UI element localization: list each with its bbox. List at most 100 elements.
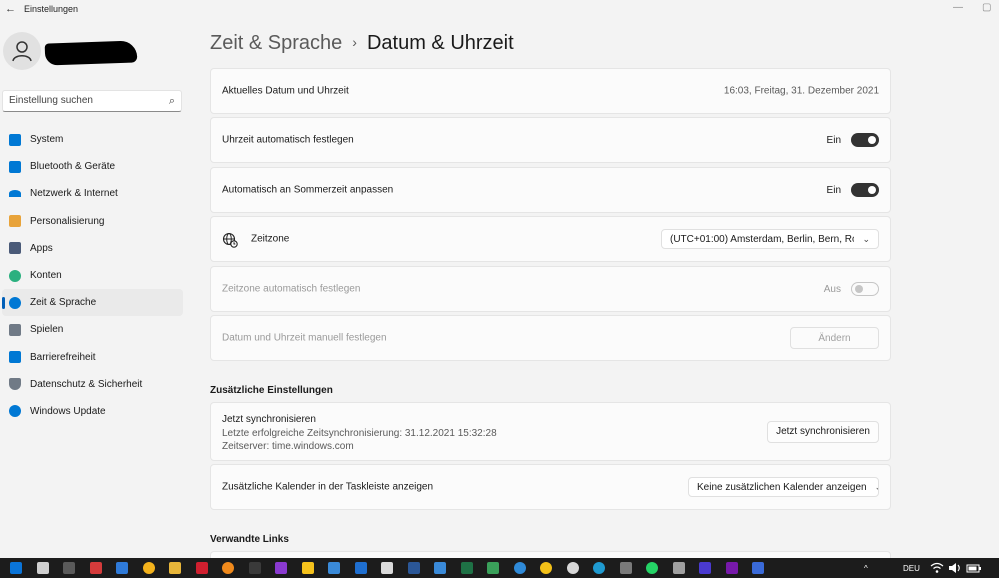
calendar-dropdown[interactable]: Keine zusätzlichen Kalender anzeigen ⌄	[688, 477, 879, 497]
app-photo-icon[interactable]	[513, 562, 526, 574]
sidebar-item-label: Konten	[30, 270, 62, 282]
dst-state: Ein	[826, 184, 841, 196]
wifi-icon	[9, 190, 21, 198]
sidebar-item-label: Datenschutz & Sicherheit	[30, 378, 143, 390]
title-bar: ← Einstellungen — ▢	[0, 0, 999, 20]
chrome-icon[interactable]	[540, 562, 552, 574]
app-word-icon[interactable]	[407, 562, 420, 574]
last-sync-text: Letzte erfolgreiche Zeitsynchronisierung…	[222, 428, 497, 439]
timezone-card: Zeitzone (UTC+01:00) Amsterdam, Berlin, …	[210, 216, 891, 262]
breadcrumb-chevron-icon: ›	[352, 34, 357, 50]
app-red-icon[interactable]	[89, 562, 102, 574]
sidebar-item-apps[interactable]: Apps	[2, 235, 183, 262]
task-view-icon[interactable]	[63, 562, 75, 574]
app-refresh-icon[interactable]	[116, 562, 128, 574]
app-pie-icon[interactable]	[566, 562, 579, 574]
app-outlook-icon[interactable]	[354, 562, 367, 574]
app-chrome-yellow-icon[interactable]	[142, 562, 155, 574]
manual-datetime-card: Datum und Uhrzeit manuell festlegen Ände…	[210, 315, 891, 361]
app-tool-icon[interactable]	[381, 562, 393, 574]
gamepad-icon	[9, 323, 21, 336]
app-dark-icon[interactable]	[248, 562, 261, 574]
search-taskbar-icon[interactable]	[36, 562, 49, 574]
search-box[interactable]: ⌕	[2, 90, 182, 112]
sidebar-item-datenschutz-sicherheit[interactable]: Datenschutz & Sicherheit	[2, 371, 183, 398]
save-icon[interactable]	[699, 562, 711, 574]
timezone-dropdown[interactable]: (UTC+01:00) Amsterdam, Berlin, Bern, Rom…	[661, 229, 879, 249]
volume-icon[interactable]	[948, 562, 962, 577]
sidebar-item-konten[interactable]: Konten	[2, 262, 183, 289]
settings-icon[interactable]	[619, 562, 632, 574]
apps-icon	[9, 242, 21, 255]
sync-title: Jetzt synchronisieren	[222, 414, 316, 425]
auto-time-toggle[interactable]	[851, 133, 879, 147]
brush-icon	[9, 215, 21, 228]
auto-timezone-state: Aus	[823, 283, 841, 295]
sidebar-item-zeit-sprache[interactable]: Zeit & Sprache	[2, 289, 183, 317]
person-icon	[12, 41, 32, 62]
sidebar-item-label: Spielen	[30, 324, 64, 336]
language-indicator[interactable]: DEU	[903, 564, 920, 573]
app-purple-icon[interactable]	[275, 562, 287, 574]
edge-icon[interactable]	[593, 562, 605, 574]
app-green-icon[interactable]	[487, 562, 499, 574]
redacted-username	[44, 40, 138, 66]
dst-toggle-group: Ein	[827, 183, 879, 197]
dst-card: Automatisch an Sommerzeit anpassen Ein	[210, 167, 891, 213]
avatar[interactable]	[3, 32, 41, 70]
app-blue-icon[interactable]	[328, 562, 340, 574]
chevron-down-icon: ⌄	[875, 482, 878, 493]
person-icon	[9, 269, 21, 282]
search-input[interactable]	[9, 95, 159, 106]
sidebar-item-personalisierung[interactable]: Personalisierung	[2, 208, 183, 235]
sync-card: Jetzt synchronisieren Letzte erfolgreich…	[210, 402, 891, 461]
shield-icon	[9, 378, 21, 391]
sidebar: ⌕ System Bluetooth & Geräte Netzwerk & Int…	[0, 20, 190, 558]
sidebar-item-spielen[interactable]: Spielen	[2, 316, 183, 343]
back-arrow-icon[interactable]: ←	[5, 3, 16, 15]
whatsapp-icon[interactable]	[646, 562, 658, 574]
auto-time-state: Ein	[826, 134, 841, 146]
sidebar-item-bluetooth-geräte[interactable]: Bluetooth & Geräte	[2, 153, 183, 180]
app-orange-icon[interactable]	[222, 562, 234, 574]
folder-icon[interactable]	[169, 562, 181, 574]
taskbar: ^ DEU	[0, 558, 999, 578]
netflix-icon[interactable]	[195, 562, 208, 574]
page-title: Datum & Uhrzeit	[366, 32, 514, 54]
sidebar-item-netzwerk-internet[interactable]: Netzwerk & Internet	[2, 180, 183, 207]
current-datetime-label: Aktuelles Datum und Uhrzeit	[222, 85, 349, 97]
additional-settings-heading: Zusätzliche Einstellungen	[210, 385, 333, 396]
sidebar-item-windows-update[interactable]: Windows Update	[2, 398, 183, 425]
maximize-button[interactable]: ▢	[982, 2, 991, 13]
change-button[interactable]: Ändern	[790, 327, 879, 349]
sidebar-item-barrierefreiheit[interactable]: Barrierefreiheit	[2, 344, 183, 371]
app-img-icon[interactable]	[434, 562, 446, 574]
start-icon[interactable]	[10, 562, 22, 574]
minimize-button[interactable]: —	[953, 2, 963, 13]
dst-label: Automatisch an Sommerzeit anpassen	[222, 184, 394, 196]
sidebar-item-label: Zeit & Sprache	[30, 297, 97, 309]
dst-toggle[interactable]	[851, 183, 879, 197]
onenote-icon[interactable]	[725, 562, 738, 574]
accessibility-icon	[9, 351, 21, 364]
battery-icon[interactable]	[966, 562, 982, 577]
nav-list: System Bluetooth & Geräte Netzwerk & Inter…	[2, 126, 183, 425]
app-monitor-icon[interactable]	[752, 562, 764, 574]
auto-timezone-toggle[interactable]	[851, 282, 879, 296]
bluetooth-icon	[9, 160, 21, 173]
tray-expand-icon[interactable]: ^	[864, 564, 868, 573]
app-grid-icon[interactable]	[672, 562, 685, 574]
window-title: Einstellungen	[24, 4, 79, 14]
excel-icon[interactable]	[460, 562, 473, 574]
wifi-icon[interactable]	[930, 562, 944, 577]
app-yellow-icon[interactable]	[301, 562, 314, 574]
sidebar-item-label: Apps	[30, 242, 53, 254]
globe-clock-icon	[222, 232, 238, 251]
sidebar-item-label: Windows Update	[30, 405, 106, 417]
search-icon[interactable]: ⌕	[169, 95, 175, 108]
breadcrumb-parent[interactable]: Zeit & Sprache	[210, 32, 342, 54]
current-datetime-value: 16:03, Freitag, 31. Dezember 2021	[723, 85, 879, 97]
auto-time-label: Uhrzeit automatisch festlegen	[222, 134, 354, 146]
sync-now-button[interactable]: Jetzt synchronisieren	[767, 420, 879, 443]
sidebar-item-system[interactable]: System	[2, 126, 183, 153]
